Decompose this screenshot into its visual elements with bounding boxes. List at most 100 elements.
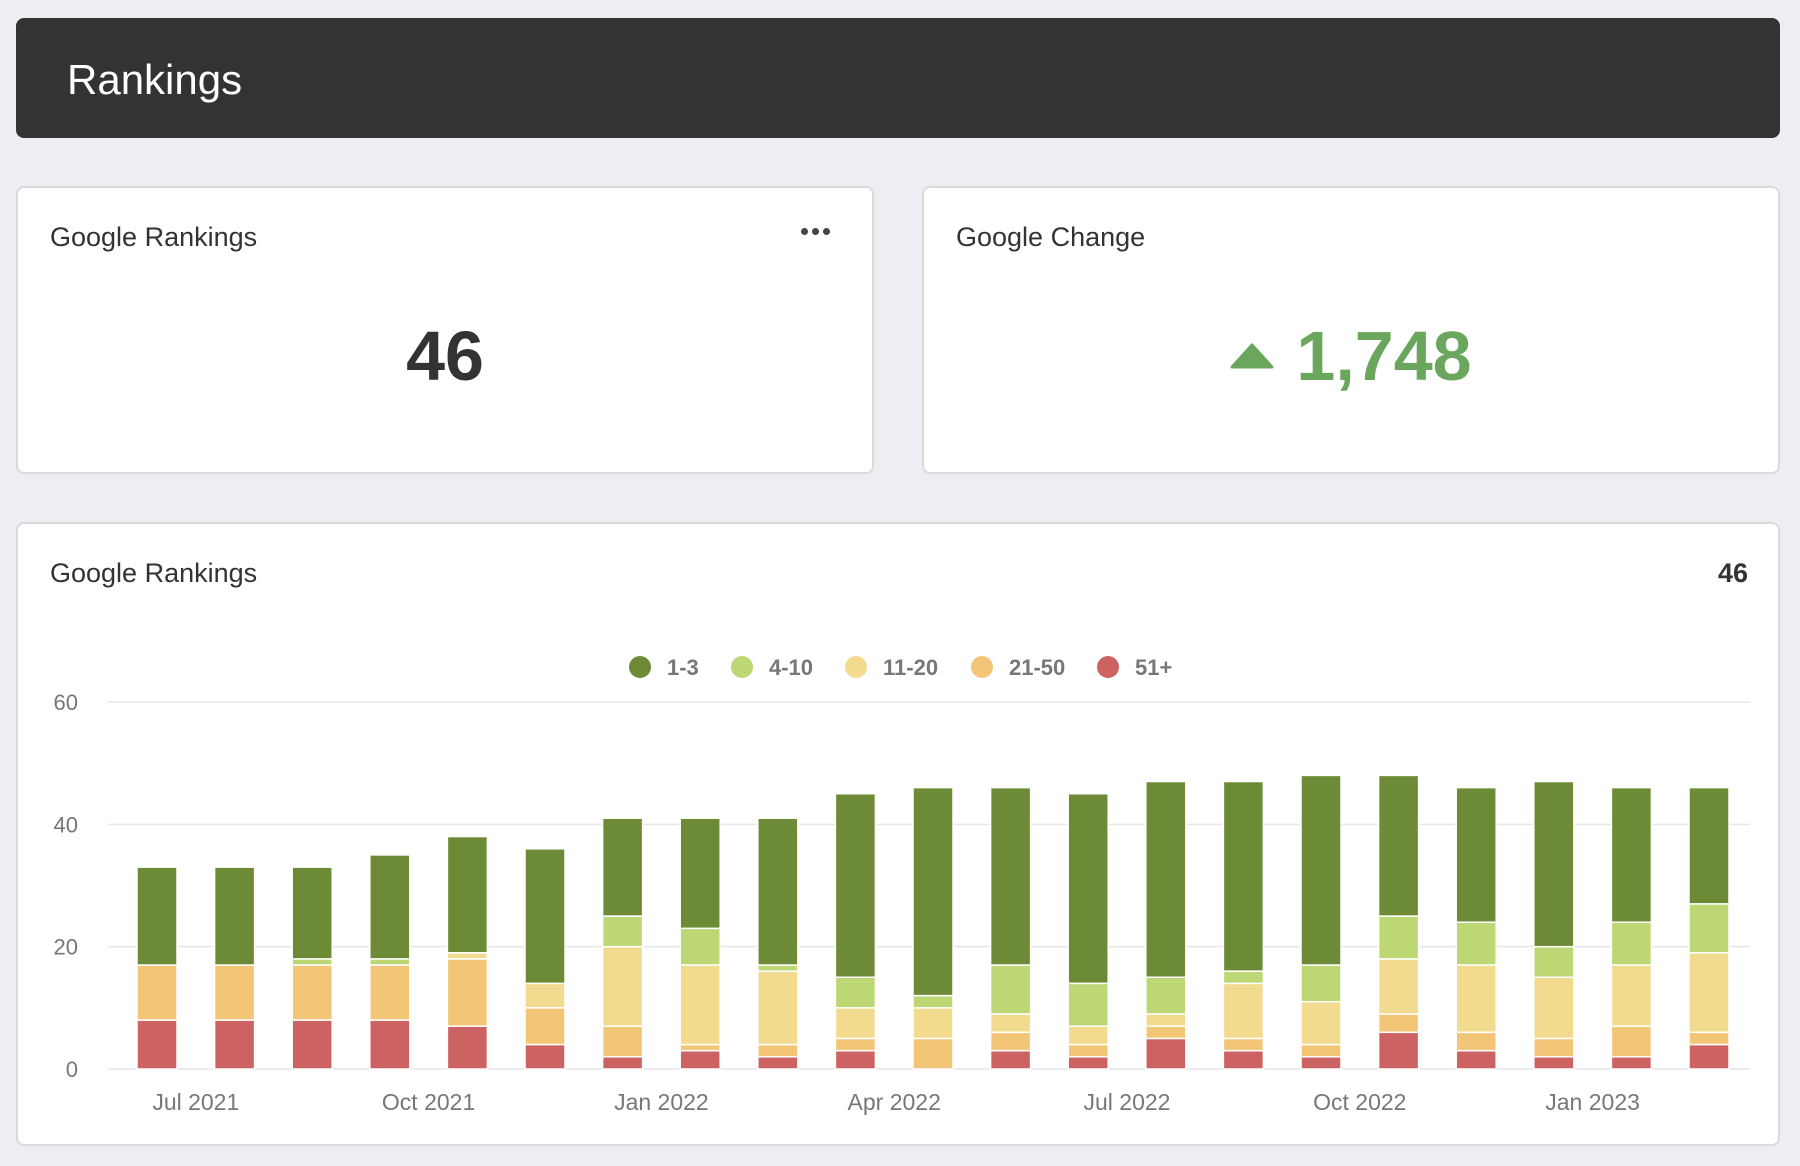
bar-segment-51+ xyxy=(1455,1049,1497,1070)
bar-segment-4-10 xyxy=(1067,982,1109,1027)
bar-segment-4-10 xyxy=(1455,921,1497,966)
x-tick-label: Oct 2022 xyxy=(1313,1089,1406,1115)
bar-segment-21-50 xyxy=(369,964,411,1021)
bar-segment-51+ xyxy=(524,1043,566,1070)
bar-segment-51+ xyxy=(1222,1049,1265,1070)
bar-segment-1-3 xyxy=(446,835,489,954)
legend-swatch-4-10 xyxy=(731,656,753,678)
bar-segment-1-3 xyxy=(989,786,1032,966)
bar-segment-21-50 xyxy=(989,1031,1032,1052)
bar-segment-1-3 xyxy=(136,866,178,966)
google-rankings-card: Google Rankings 46 xyxy=(16,186,874,474)
bar-segment-11-20 xyxy=(1455,964,1497,1034)
bar-segment-11-20 xyxy=(446,952,489,960)
triangle-up-icon xyxy=(1230,343,1274,369)
bar-segment-1-3 xyxy=(369,854,411,960)
bar-segment-11-20 xyxy=(1222,982,1265,1040)
bar-segment-1-3 xyxy=(1377,774,1420,917)
bar-segment-21-50 xyxy=(601,1025,644,1058)
bar-segment-4-10 xyxy=(1533,945,1575,978)
change-indicator: 1,748 xyxy=(924,316,1778,396)
bar-segment-51+ xyxy=(446,1025,489,1070)
bar-segment-21-50 xyxy=(1067,1043,1109,1058)
card-title: Google Rankings xyxy=(50,222,258,252)
bar-segment-51+ xyxy=(601,1056,644,1070)
dot xyxy=(823,228,830,235)
bar-segment-11-20 xyxy=(1688,952,1730,1034)
legend-label-1-3: 1-3 xyxy=(667,655,699,680)
google-change-card: Google Change 1,748 xyxy=(922,186,1780,474)
bar-segment-11-20 xyxy=(524,982,566,1009)
bar-segment-11-20 xyxy=(1300,1000,1342,1046)
bar-segment-4-10 xyxy=(1145,976,1187,1015)
bar-segment-11-20 xyxy=(1533,976,1575,1040)
bar-segment-1-3 xyxy=(1300,774,1342,966)
bar-segment-4-10 xyxy=(757,964,799,972)
bar-segment-11-20 xyxy=(834,1007,877,1040)
stacked-bar-chart: 0 20 40 60 Jul 2021 Oct 2021 Jan 2022 Apr 2022 J… xyxy=(54,655,1750,1115)
google-rankings-chart-card: Google Rankings 46 0 20 40 60 Jul 2021 Oct 20… xyxy=(16,522,1780,1146)
bar-segment-1-3 xyxy=(213,866,256,966)
card-title: Google Change xyxy=(956,222,1146,252)
bar-segment-11-20 xyxy=(757,970,799,1046)
bar-segment-51+ xyxy=(1145,1037,1187,1070)
bar-segment-4-10 xyxy=(1610,921,1653,966)
bar-segment-4-10 xyxy=(601,915,644,948)
legend-swatch-1-3 xyxy=(629,656,651,678)
bar-segment-21-50 xyxy=(213,964,256,1021)
bar-segment-4-10 xyxy=(989,964,1032,1015)
legend-swatch-51+ xyxy=(1097,656,1119,678)
bar-segment-51+ xyxy=(1610,1056,1653,1070)
bar-segment-4-10 xyxy=(1300,964,1342,1003)
bar-segment-51+ xyxy=(1533,1056,1575,1070)
bar-segment-1-3 xyxy=(1067,793,1109,985)
bar-segment-1-3 xyxy=(524,848,566,985)
y-tick-label: 20 xyxy=(54,935,78,960)
bar-segment-1-3 xyxy=(1610,786,1653,923)
x-tick-label: Oct 2021 xyxy=(382,1089,475,1115)
legend-label-51+: 51+ xyxy=(1135,655,1172,680)
bar-segment-21-50 xyxy=(291,964,333,1021)
bar-segment-1-3 xyxy=(834,793,877,978)
bar-segment-21-50 xyxy=(446,958,489,1027)
dot xyxy=(801,228,808,235)
bar-segment-51+ xyxy=(679,1049,721,1070)
bar-segment-1-3 xyxy=(1222,780,1265,972)
legend-swatch-21-50 xyxy=(971,656,993,678)
bar-segment-21-50 xyxy=(136,964,178,1021)
bar-segment-1-3 xyxy=(1145,780,1187,978)
bar-segment-11-20 xyxy=(912,1007,954,1040)
bar-segment-21-50 xyxy=(1377,1013,1420,1034)
bar-segment-4-10 xyxy=(679,927,721,966)
bar-segment-51+ xyxy=(1688,1043,1730,1070)
x-tick-label: Apr 2022 xyxy=(848,1089,941,1115)
legend-label-21-50: 21-50 xyxy=(1009,655,1065,680)
bar-segment-51+ xyxy=(1377,1031,1420,1070)
bar-segment-1-3 xyxy=(679,817,721,930)
bar-segment-51+ xyxy=(291,1019,333,1070)
legend-swatch-11-20 xyxy=(845,656,867,678)
bar-segment-51+ xyxy=(1067,1056,1109,1070)
page-header: Rankings xyxy=(16,18,1780,138)
bar-segment-51+ xyxy=(757,1056,799,1070)
bar-segment-51+ xyxy=(1300,1056,1342,1070)
bar-segment-51+ xyxy=(136,1019,178,1070)
bar-segment-1-3 xyxy=(291,866,333,960)
bar-segment-11-20 xyxy=(989,1013,1032,1034)
bar-segment-1-3 xyxy=(1688,786,1730,905)
bar-segment-21-50 xyxy=(1222,1037,1265,1052)
bar-segment-51+ xyxy=(213,1019,256,1070)
bar-segment-11-20 xyxy=(1067,1025,1109,1046)
bar-segment-21-50 xyxy=(834,1037,877,1052)
bar-segment-11-20 xyxy=(1377,958,1420,1015)
bar-segment-1-3 xyxy=(601,817,644,917)
bar-segment-51+ xyxy=(989,1049,1032,1070)
bar-segment-21-50 xyxy=(1300,1043,1342,1058)
bar-segment-4-10 xyxy=(1377,915,1420,960)
x-tick-label: Jul 2021 xyxy=(152,1089,239,1115)
bar-segment-4-10 xyxy=(912,994,954,1009)
bar-segment-4-10 xyxy=(834,976,877,1009)
more-options-icon[interactable] xyxy=(801,228,830,235)
bar-segment-11-20 xyxy=(601,945,644,1027)
bar-segment-1-3 xyxy=(1455,786,1497,923)
